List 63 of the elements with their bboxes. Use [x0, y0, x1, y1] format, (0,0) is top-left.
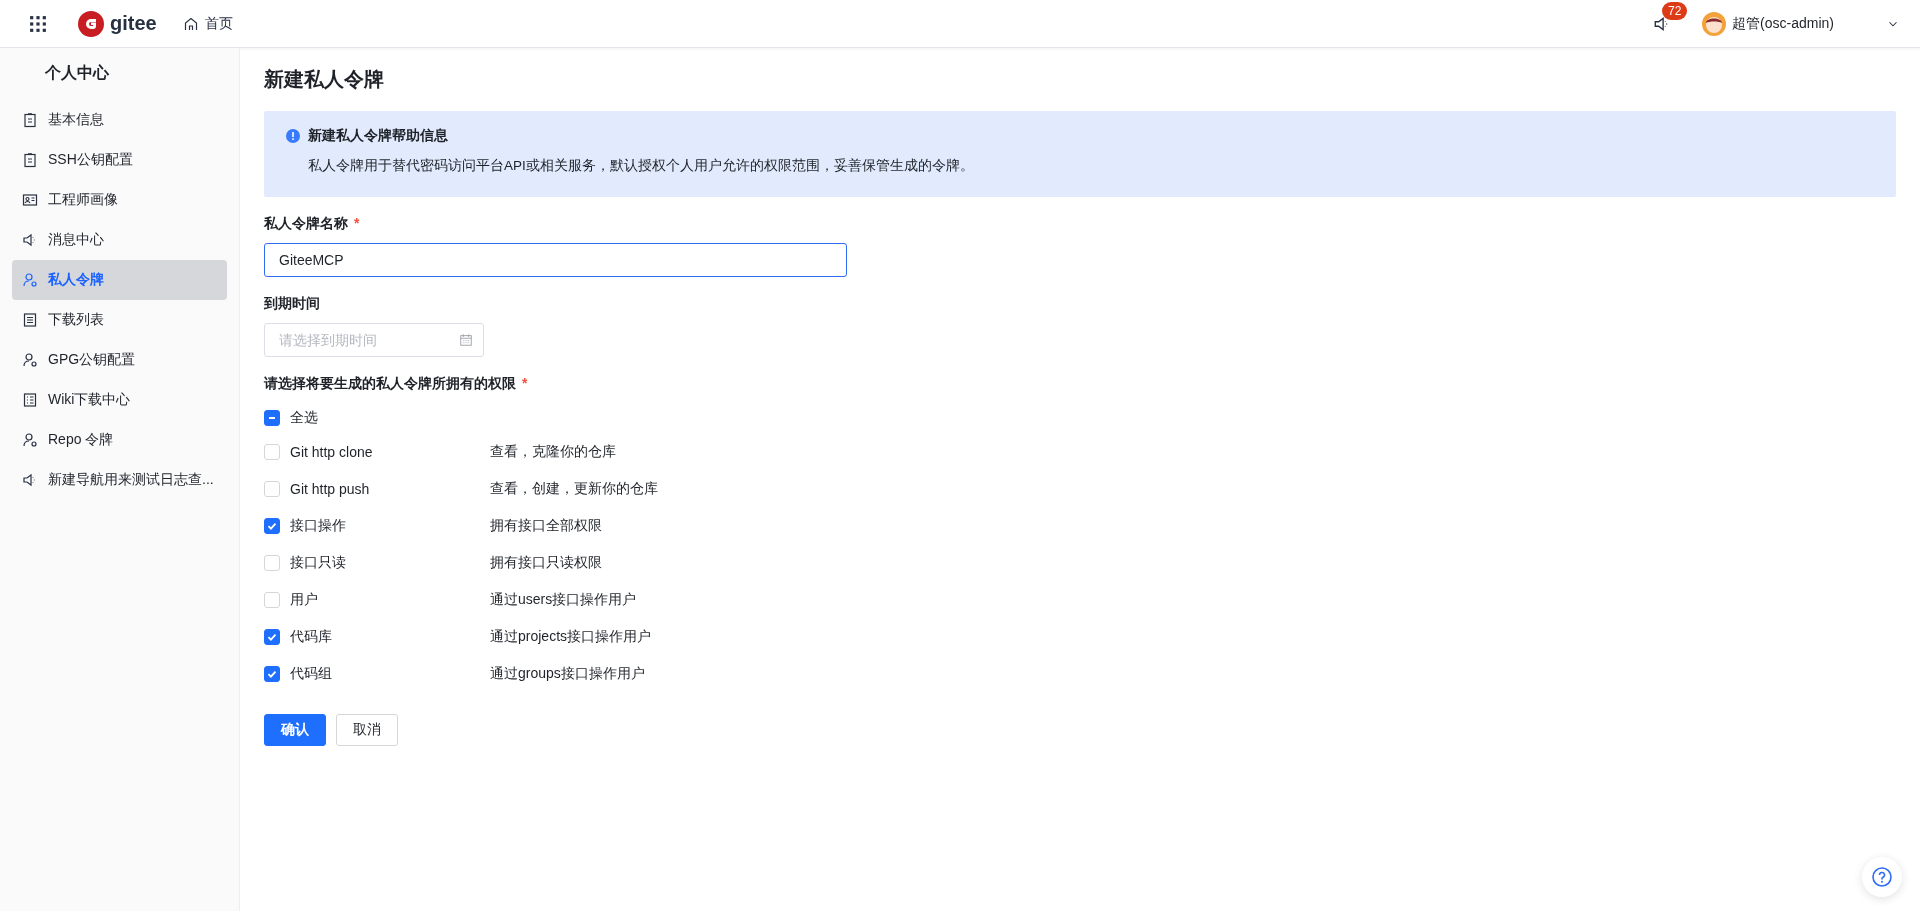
sidebar-item[interactable]: 下载列表 — [12, 300, 227, 340]
cancel-button[interactable]: 取消 — [336, 714, 398, 746]
permission-description: 通过projects接口操作用户 — [490, 627, 652, 646]
required-mark: * — [354, 215, 360, 233]
checkbox-label[interactable]: 接口操作 — [290, 516, 490, 535]
info-title: 新建私人令牌帮助信息 — [308, 127, 448, 145]
calendar-icon — [459, 333, 473, 347]
profile-card-icon — [22, 192, 38, 208]
checkbox-label[interactable]: Git http push — [290, 480, 490, 497]
field-label: 到期时间 — [264, 295, 320, 313]
input-field[interactable]: GiteeMCP — [264, 243, 847, 277]
help-button[interactable] — [1862, 857, 1902, 897]
checkbox-label[interactable]: 用户 — [290, 590, 490, 609]
checkbox[interactable] — [264, 628, 280, 645]
list-icon — [22, 392, 38, 408]
field-label: 私人令牌名称 — [264, 215, 348, 233]
logo-icon[interactable] — [78, 10, 104, 37]
checkbox-label[interactable]: 全选 — [290, 409, 490, 427]
checkbox-label[interactable]: 代码库 — [290, 627, 490, 646]
speaker-icon — [22, 472, 38, 488]
permission-description: 查看，创建，更新你的仓库 — [490, 479, 658, 498]
checkbox[interactable] — [264, 410, 280, 426]
sidebar-item[interactable]: SSH公钥配置 — [12, 140, 227, 180]
sidebar-item[interactable]: 工程师画像 — [12, 180, 227, 220]
info-icon — [286, 129, 300, 143]
checkbox-label[interactable]: 接口只读 — [290, 553, 490, 572]
home-link[interactable]: 首页 — [182, 14, 233, 33]
checkbox-label[interactable]: 代码组 — [290, 664, 490, 683]
sidebar-item[interactable]: GPG公钥配置 — [12, 340, 227, 380]
confirm-button[interactable]: 确认 — [264, 714, 326, 746]
home-icon — [182, 15, 199, 32]
user-name[interactable]: 超管(osc-admin) — [1732, 14, 1834, 33]
user-icon — [22, 432, 38, 448]
sidebar-item[interactable]: 基本信息 — [12, 100, 227, 140]
permission-description: 通过groups接口操作用户 — [490, 664, 645, 683]
sidebar-item[interactable]: 消息中心 — [12, 220, 227, 260]
notification-badge: 72 — [1662, 1, 1688, 20]
clipboard-icon — [22, 112, 38, 128]
help-icon — [1871, 866, 1893, 888]
permission-description: 拥有接口全部权限 — [490, 516, 602, 535]
sidebar-title: 个人中心 — [44, 63, 110, 83]
date-field[interactable]: 请选择到期时间 — [264, 323, 484, 357]
permission-description: 查看，克隆你的仓库 — [490, 442, 616, 461]
logo-text[interactable]: gitee — [110, 12, 157, 35]
avatar[interactable] — [1702, 11, 1727, 36]
checkbox[interactable] — [264, 665, 280, 682]
sidebar-item[interactable]: Repo 令牌 — [12, 420, 227, 460]
sidebar-item[interactable]: Wiki下载中心 — [12, 380, 227, 420]
required-mark: * — [522, 375, 528, 393]
user-icon — [22, 272, 38, 288]
checkbox[interactable] — [264, 517, 280, 534]
field-label: 请选择将要生成的私人令牌所拥有的权限 — [264, 375, 516, 393]
page-title: 新建私人令牌 — [264, 67, 385, 92]
user-icon — [22, 352, 38, 368]
clipboard-icon — [22, 152, 38, 168]
info-text: 私人令牌用于替代密码访问平台API或相关服务，默认授权个人用户允许的权限范围，妥善保管生成的令牌。 — [307, 157, 975, 175]
permission-description: 拥有接口只读权限 — [490, 553, 602, 572]
apps-grid-icon[interactable] — [28, 13, 48, 34]
list-icon — [22, 312, 38, 328]
sidebar-item[interactable]: 新建导航用来测试日志查... — [12, 460, 227, 500]
checkbox-label[interactable]: Git http clone — [290, 443, 490, 460]
speaker-icon — [22, 232, 38, 248]
permission-description: 通过users接口操作用户 — [490, 590, 637, 609]
